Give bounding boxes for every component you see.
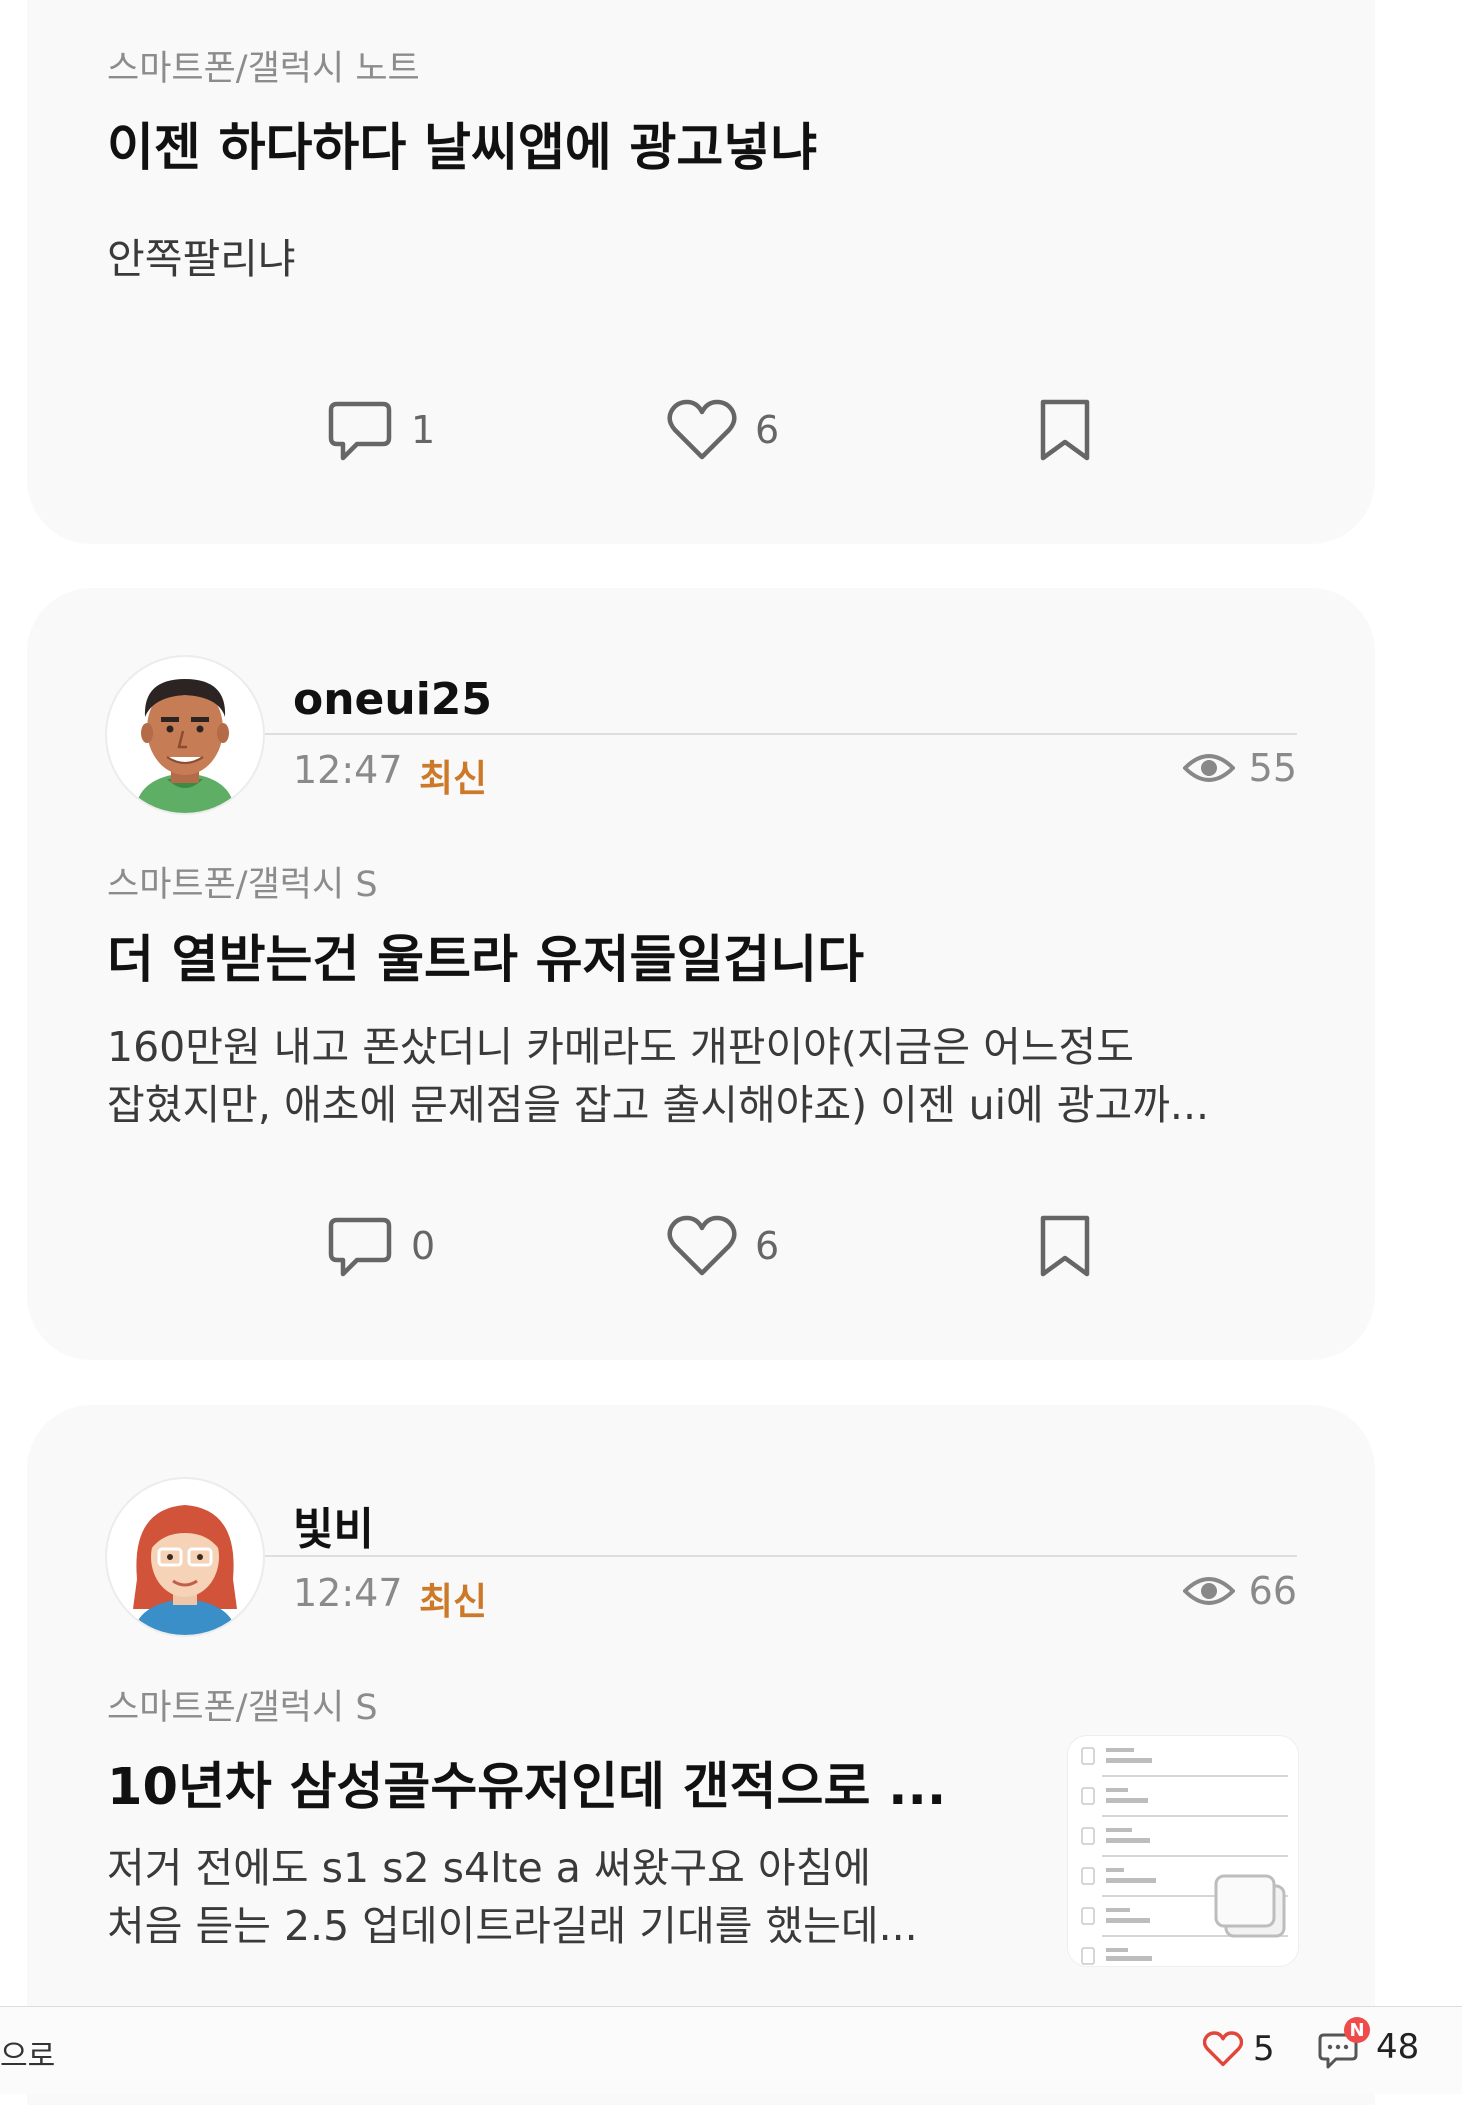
post-body: 저거 전에도 s1 s2 s4lte a 써왔구요 아침에 처음 듣는 2.5 … <box>107 1839 918 1955</box>
post-body: 안쪽팔리냐 <box>107 235 296 283</box>
view-count: 66 <box>1182 1569 1297 1613</box>
woman-avatar-icon <box>133 1505 237 1635</box>
post-time: 12:47 <box>293 1571 403 1615</box>
view-count: 55 <box>1182 746 1297 790</box>
post-thumbnail[interactable] <box>1067 1735 1299 1967</box>
settings-list-image <box>1081 1747 1288 1965</box>
post-title[interactable]: 더 열받는건 울트라 유저들일겁니다 <box>107 918 864 992</box>
eye-icon <box>1182 754 1235 782</box>
man-avatar-icon <box>135 679 235 813</box>
author-name[interactable]: 빛비 <box>293 1493 374 1557</box>
post-category[interactable]: 스마트폰/갤럭시 S <box>107 856 378 907</box>
comment-button[interactable]: 1 <box>327 390 435 470</box>
post-card[interactable]: oneui25 12:47 최신 55 스마트폰/갤럭시 S 더 열받는건 울트… <box>27 588 1375 1360</box>
bookmark-button[interactable] <box>1039 1206 1091 1286</box>
eye-icon <box>1182 1577 1235 1605</box>
bottom-like-button[interactable]: 5 <box>1203 2029 1275 2069</box>
bookmark-button[interactable] <box>1039 390 1091 470</box>
comment-count: 0 <box>411 1224 436 1268</box>
divider <box>265 1555 1297 1557</box>
post-actions: 0 6 <box>27 1206 1375 1286</box>
post-category[interactable]: 스마트폰/갤럭시 노트 <box>107 40 420 91</box>
like-button[interactable]: 6 <box>667 390 779 470</box>
divider <box>265 733 1297 735</box>
comment-icon <box>328 1217 392 1277</box>
bottom-action-bar: 으로 5 N 48 <box>0 2006 1462 2094</box>
post-card[interactable]: 빛비 12:47 최신 66 스마트폰/갤럭시 S 10년차 삼성골수유저인데 … <box>27 1405 1375 2105</box>
comment-count: 1 <box>411 408 436 452</box>
image-stack-icon <box>1214 1874 1286 1938</box>
comment-icon <box>328 401 392 461</box>
avatar[interactable] <box>105 655 265 815</box>
bottom-comment-button[interactable]: N 48 <box>1318 2017 1420 2069</box>
heart-icon <box>1203 2031 1243 2067</box>
view-count-value: 66 <box>1248 1569 1297 1613</box>
heart-icon <box>667 399 737 460</box>
author-name[interactable]: oneui25 <box>293 674 492 725</box>
avatar[interactable] <box>105 1477 265 1637</box>
new-badge: 최신 <box>419 1580 488 1623</box>
bottom-like-count: 5 <box>1253 2029 1275 2069</box>
comment-icon-wrap: N <box>1318 2017 1370 2069</box>
post-card[interactable]: 스마트폰/갤럭시 노트 이젠 하다하다 날씨앱에 광고넣냐 안쪽팔리냐 1 6 <box>27 0 1375 544</box>
new-comment-badge: N <box>1344 2017 1370 2043</box>
post-body: 160만원 내고 폰샀더니 카메라도 개판이야(지금은 어느정도 잡혔지만, 애… <box>107 1018 1209 1134</box>
bookmark-icon <box>1040 1215 1090 1277</box>
bottom-comment-count: 48 <box>1376 2027 1420 2067</box>
new-badge: 최신 <box>419 757 488 800</box>
post-body-line: 잡혔지만, 애초에 문제점을 잡고 출시해야죠) 이젠 ui에 광고까... <box>107 1081 1210 1129</box>
like-button[interactable]: 6 <box>667 1206 779 1286</box>
view-count-value: 55 <box>1248 746 1297 790</box>
like-count: 6 <box>755 1224 780 1268</box>
bottom-bar-label[interactable]: 으로 <box>0 2031 55 2075</box>
heart-icon <box>667 1215 737 1276</box>
post-title[interactable]: 이젠 하다하다 날씨앱에 광고넣냐 <box>107 106 817 180</box>
post-body-line: 처음 듣는 2.5 업데이트라길래 기대를 했는데... <box>107 1902 918 1950</box>
post-category[interactable]: 스마트폰/갤럭시 S <box>107 1679 378 1730</box>
post-body-line: 저거 전에도 s1 s2 s4lte a 써왔구요 아침에 <box>107 1844 872 1892</box>
post-body-line: 160만원 내고 폰샀더니 카메라도 개판이야(지금은 어느정도 <box>107 1023 1134 1071</box>
like-count: 6 <box>755 408 780 452</box>
comment-button[interactable]: 0 <box>327 1206 435 1286</box>
post-title[interactable]: 10년차 삼성골수유저인데 갠적으로 ... <box>107 1745 946 1819</box>
bookmark-icon <box>1040 399 1090 461</box>
post-actions: 1 6 <box>27 390 1375 470</box>
post-time: 12:47 <box>293 748 403 792</box>
